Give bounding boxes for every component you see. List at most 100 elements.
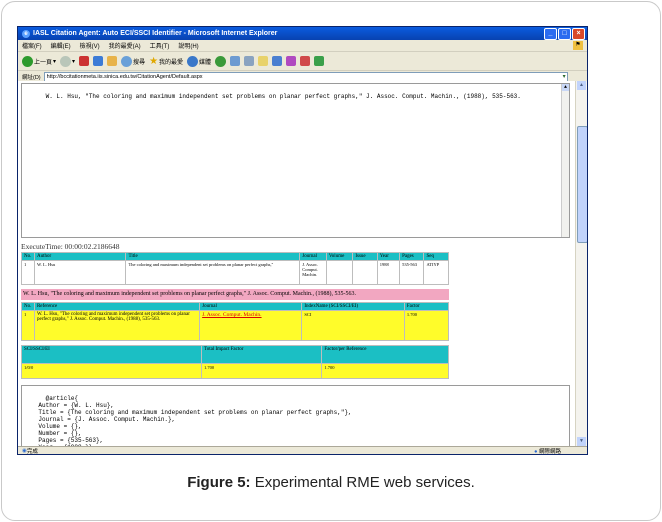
close-button[interactable]: × bbox=[572, 28, 585, 40]
col-header: Author bbox=[33, 252, 127, 261]
maximize-button[interactable]: □ bbox=[558, 28, 571, 40]
windows-flag-icon: ⚑ bbox=[573, 41, 583, 50]
star-icon: ★ bbox=[149, 55, 159, 67]
table-cell: 1 bbox=[21, 260, 35, 285]
col-header: Journal bbox=[199, 302, 303, 311]
table-cell: 1 bbox=[21, 310, 35, 341]
col-header: Reference bbox=[33, 302, 201, 311]
page-scrollbar[interactable]: ▲ ▼ bbox=[575, 81, 587, 446]
col-header: Issue bbox=[352, 252, 378, 261]
col-header: Seq bbox=[423, 252, 449, 261]
table-cell: 1988 bbox=[376, 260, 401, 285]
scroll-up-icon[interactable]: ▲ bbox=[577, 81, 586, 90]
menu-favorites[interactable]: 我的最愛(A) bbox=[109, 41, 141, 50]
summary-table: SCI/SSCI/EI Total Impact Factor Factor/p… bbox=[20, 345, 449, 379]
edit-icon[interactable] bbox=[258, 56, 269, 66]
internet-zone-icon: ● bbox=[534, 449, 538, 455]
menu-tools[interactable]: 工具(T) bbox=[150, 41, 170, 50]
scrollbar-thumb[interactable] bbox=[577, 126, 587, 243]
citation-input-textarea[interactable]: W. L. Hsu, "The coloring and maximum ind… bbox=[21, 83, 570, 238]
table-cell: W. L. Hsu bbox=[33, 260, 127, 285]
search-icon bbox=[121, 55, 133, 67]
table-cell: SCI bbox=[301, 310, 405, 341]
addon-icon[interactable] bbox=[314, 56, 325, 66]
table-row: 1/0/0 1.700 1.700 bbox=[20, 363, 449, 379]
col-header: Title bbox=[125, 252, 301, 261]
table-header-row: SCI/SSCI/EI Total Impact Factor Factor/p… bbox=[20, 345, 449, 364]
forward-arrow-icon bbox=[60, 55, 72, 67]
col-header: No. bbox=[21, 252, 35, 261]
caption-text: Experimental RME web services. bbox=[250, 474, 475, 491]
journal-link[interactable]: J. Assoc. Comput. Machin. bbox=[199, 310, 303, 341]
col-header: No. bbox=[21, 302, 35, 311]
table-cell: 1.700 bbox=[403, 310, 450, 341]
table-cell: 1.700 bbox=[201, 363, 323, 379]
col-header: Year bbox=[376, 252, 401, 261]
back-arrow-icon bbox=[22, 55, 33, 67]
reference-line: W. L. Hsu, "The coloring and maximum ind… bbox=[21, 289, 449, 300]
table-cell: The coloring and maximum independent set… bbox=[125, 260, 301, 285]
status-zone: ● 網際網路 bbox=[534, 449, 561, 455]
bibtex-output-textarea[interactable]: @article{ Author = {W. L. Hsu}, Title = … bbox=[21, 385, 570, 454]
menu-bar: 檔案(F) 編輯(E) 檢視(V) 我的最愛(A) 工具(T) 說明(H) ⚑ bbox=[18, 40, 587, 52]
minimize-button[interactable]: _ bbox=[544, 28, 557, 40]
menu-help[interactable]: 說明(H) bbox=[178, 41, 198, 50]
table-header-row: No. Author Title Journal Volume Issue Ye… bbox=[21, 252, 449, 261]
home-icon[interactable] bbox=[107, 56, 118, 66]
table-cell: ATIYP bbox=[423, 260, 449, 285]
col-header: Factor/per Reference bbox=[321, 345, 449, 364]
media-icon bbox=[187, 55, 199, 67]
menu-file[interactable]: 檔案(F) bbox=[22, 41, 42, 50]
messenger-icon[interactable] bbox=[286, 56, 297, 66]
refresh-icon[interactable] bbox=[93, 56, 104, 66]
scroll-down-icon[interactable]: ▼ bbox=[577, 437, 586, 446]
col-header: Total Impact Factor bbox=[201, 345, 323, 364]
status-bar: ◉ 完成 ● 網際網路 bbox=[18, 446, 587, 454]
table-cell: 1.700 bbox=[321, 363, 449, 379]
scroll-up-arrow-icon[interactable]: ▲ bbox=[562, 84, 569, 91]
history-icon[interactable] bbox=[215, 55, 227, 67]
table-row: 1 W. L. Hsu The coloring and maximum ind… bbox=[21, 260, 449, 285]
status-text: 完成 bbox=[26, 448, 38, 455]
mail-icon[interactable] bbox=[230, 56, 241, 66]
table-cell: J. Assoc. Comput. Machin. bbox=[299, 260, 327, 285]
col-header: Pages bbox=[399, 252, 425, 261]
execute-time: ExecuteTime: 00:00:02.2186648 bbox=[21, 242, 120, 251]
table-cell: 1/0/0 bbox=[20, 363, 203, 379]
dropdown-arrow-icon[interactable]: ▾ bbox=[563, 73, 566, 80]
title-bar: e IASL Citation Agent: Auto ECI/SSCI Ide… bbox=[18, 27, 587, 40]
ie-icon: e bbox=[22, 29, 30, 38]
media-button[interactable]: 媒體 bbox=[187, 55, 211, 68]
col-header: Volume bbox=[325, 252, 354, 261]
table-header-row: No. Reference Journal IndexName (SCI/SSC… bbox=[21, 302, 450, 311]
menu-view[interactable]: 檢視(V) bbox=[80, 41, 100, 50]
address-url: http://bccitationmeta.iis.sinica.edu.tw/… bbox=[46, 73, 203, 80]
parse-table: No. Author Title Journal Volume Issue Ye… bbox=[21, 252, 449, 285]
caption-label: Figure 5: bbox=[187, 474, 251, 491]
print-icon[interactable] bbox=[244, 56, 255, 66]
forward-button[interactable]: ▾ bbox=[60, 55, 75, 68]
address-label: 網址(D) bbox=[22, 74, 41, 81]
search-button[interactable]: 搜尋 bbox=[121, 55, 145, 68]
toolbar: 上一頁 ▾ ▾ 搜尋 ★ 我的最愛 媒體 bbox=[18, 52, 587, 71]
stop-icon[interactable] bbox=[79, 56, 90, 66]
figure-caption: Figure 5: Experimental RME web services. bbox=[0, 474, 662, 491]
table-row: 1 W. L. Hsu, "The coloring and maximum i… bbox=[21, 310, 450, 341]
discuss-icon[interactable] bbox=[272, 56, 283, 66]
browser-window: e IASL Citation Agent: Auto ECI/SSCI Ide… bbox=[17, 26, 588, 455]
col-header: Factor bbox=[403, 302, 450, 311]
table-cell bbox=[352, 260, 378, 285]
col-header: IndexName (SCI/SSCI/EI) bbox=[301, 302, 405, 311]
table-cell bbox=[325, 260, 354, 285]
col-header: SCI/SSCI/EI bbox=[20, 345, 203, 364]
textarea-scrollbar[interactable]: ▲ bbox=[561, 84, 569, 237]
back-button[interactable]: 上一頁 ▾ bbox=[22, 55, 56, 68]
address-input[interactable]: http://bccitationmeta.iis.sinica.edu.tw/… bbox=[43, 71, 568, 82]
research-icon[interactable] bbox=[300, 56, 311, 66]
table-cell: W. L. Hsu, "The coloring and maximum ind… bbox=[33, 310, 201, 341]
favorites-button[interactable]: ★ 我的最愛 bbox=[149, 55, 183, 68]
col-header: Journal bbox=[299, 252, 327, 261]
menu-edit[interactable]: 編輯(E) bbox=[51, 41, 71, 50]
match-table: No. Reference Journal IndexName (SCI/SSC… bbox=[21, 302, 450, 341]
window-title: IASL Citation Agent: Auto ECI/SSCI Ident… bbox=[33, 30, 278, 37]
